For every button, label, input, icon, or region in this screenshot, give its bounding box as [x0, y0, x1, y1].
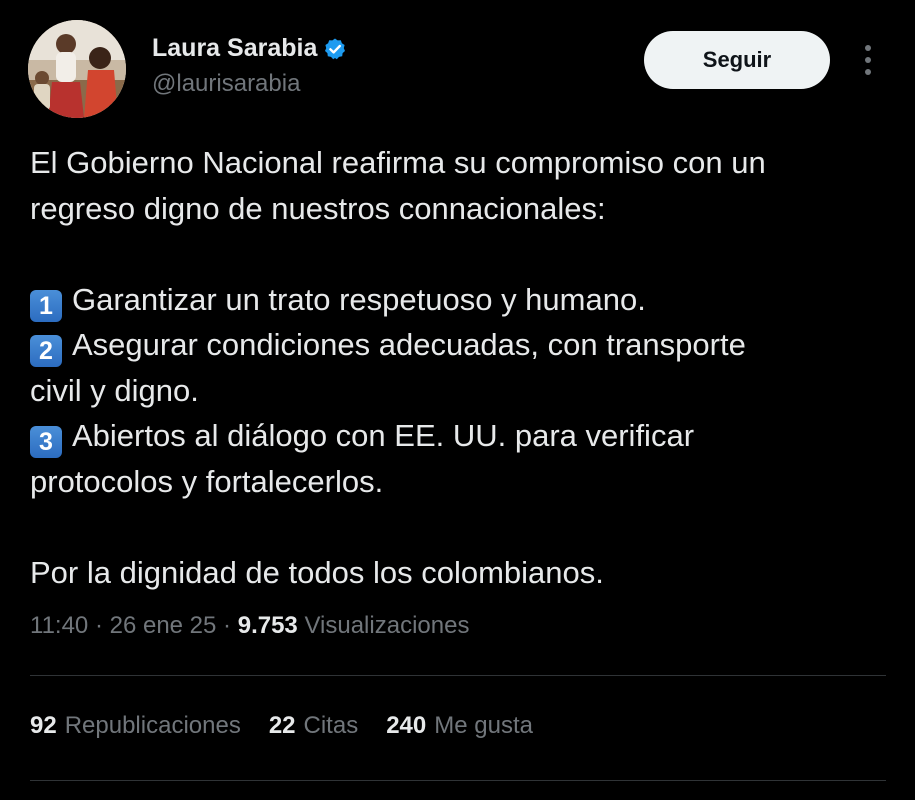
tweet-text: El Gobierno Nacional reafirma su comprom…	[30, 140, 890, 595]
keycap-one-icon: 1	[30, 289, 62, 322]
tweet-date[interactable]: 26 ene 25	[110, 612, 217, 639]
reposts-stat[interactable]: 92 Republicaciones	[30, 712, 241, 740]
likes-stat[interactable]: 240 Me gusta	[386, 712, 533, 740]
divider	[30, 780, 886, 781]
reposts-label: Republicaciones	[64, 712, 241, 739]
meta-separator: ·	[88, 612, 110, 639]
tweet-meta: 11:40 · 26 ene 25 · 9.753 Visualizacione…	[30, 612, 469, 640]
likes-label: Me gusta	[434, 712, 533, 739]
tweet-time[interactable]: 11:40	[30, 612, 88, 639]
tweet-list-item-continuation: civil y digno.	[30, 372, 199, 408]
tweet-intro-line: regreso digno de nuestros connacionales:	[30, 190, 606, 226]
tweet-list-item: 2 Asegurar condiciones adecuadas, con tra…	[30, 322, 890, 368]
tweet-list-item-continuation: protocolos y fortalecerlos.	[30, 463, 384, 499]
verified-badge-icon[interactable]	[323, 37, 347, 61]
tweet-list-item-text: Asegurar condiciones adecuadas, con tran…	[72, 327, 746, 362]
views-label: Visualizaciones	[304, 612, 470, 639]
avatar[interactable]	[28, 20, 126, 118]
keycap-two-icon: 2	[30, 335, 62, 367]
tweet-list-item: 3 Abiertos al diálogo con EE. UU. para ve…	[30, 413, 890, 459]
quotes-stat[interactable]: 22 Citas	[269, 712, 358, 740]
tweet-stats: 92 Republicaciones 22 Citas 240 Me gusta	[30, 712, 561, 740]
more-vertical-icon[interactable]	[856, 42, 880, 78]
tweet-list-item-text: Abiertos al diálogo con EE. UU. para ver…	[72, 418, 695, 453]
divider	[30, 675, 886, 676]
tweet-list-item-text: Garantizar un trato respetuoso y humano.	[72, 281, 646, 317]
tweet-closing-line: Por la dignidad de todos los colombianos…	[30, 554, 604, 590]
quotes-label: Citas	[303, 712, 359, 739]
tweet-list-item: 1 Garantizar un trato respetuoso y humano…	[30, 277, 890, 323]
likes-count: 240	[386, 712, 427, 739]
author-handle[interactable]: @laurisarabia	[152, 70, 300, 98]
keycap-three-icon: 3	[30, 426, 62, 458]
tweet-intro-line: El Gobierno Nacional reafirma su comprom…	[30, 145, 766, 180]
quotes-count: 22	[268, 712, 296, 739]
views-count: 9.753	[237, 612, 298, 639]
reposts-count: 92	[30, 712, 57, 739]
meta-separator: ·	[216, 612, 238, 639]
follow-button[interactable]: Seguir	[644, 31, 830, 89]
author-name-row[interactable]: Laura Sarabia	[152, 34, 347, 63]
avatar-photo	[28, 20, 126, 118]
author-display-name[interactable]: Laura Sarabia	[152, 34, 317, 63]
